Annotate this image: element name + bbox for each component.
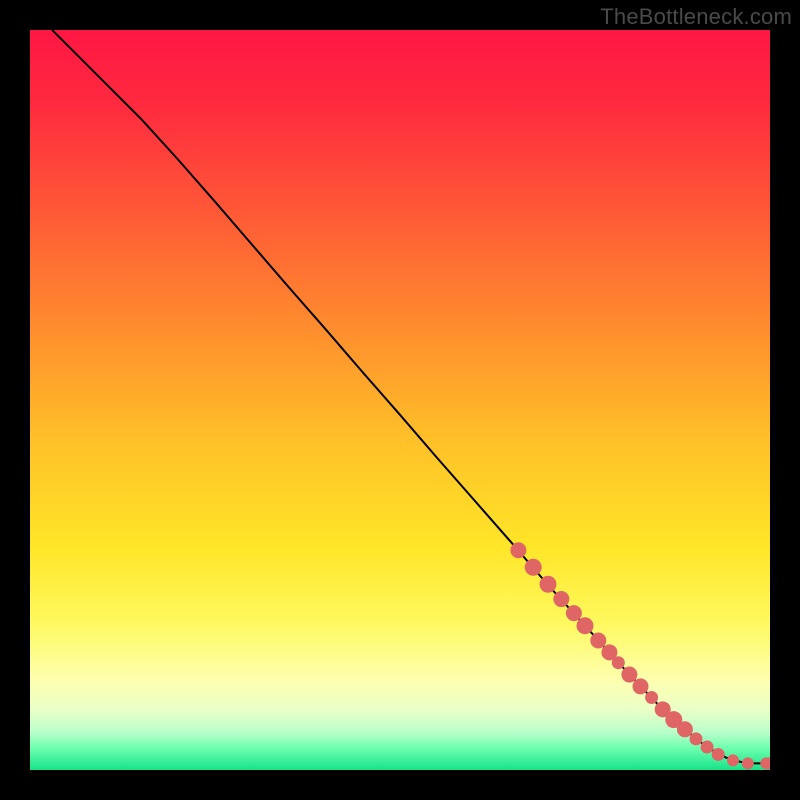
plot-area bbox=[30, 30, 770, 770]
data-marker bbox=[742, 757, 754, 769]
data-marker bbox=[633, 678, 649, 694]
data-marker bbox=[612, 656, 625, 669]
data-marker bbox=[645, 691, 658, 704]
data-marker bbox=[510, 542, 526, 558]
data-marker bbox=[525, 559, 542, 576]
data-marker bbox=[577, 617, 594, 634]
data-marker bbox=[553, 591, 569, 607]
heatmap-background bbox=[30, 30, 770, 770]
data-marker bbox=[677, 721, 693, 737]
data-marker bbox=[621, 667, 637, 683]
data-marker bbox=[566, 605, 582, 621]
watermark-text: TheBottleneck.com bbox=[600, 4, 792, 30]
data-marker bbox=[690, 732, 703, 745]
data-marker bbox=[701, 741, 714, 754]
chart-svg bbox=[30, 30, 770, 770]
data-marker bbox=[727, 754, 739, 766]
data-marker bbox=[590, 633, 606, 649]
chart-frame: TheBottleneck.com bbox=[0, 0, 800, 800]
data-marker bbox=[712, 748, 725, 761]
data-marker bbox=[540, 576, 557, 593]
